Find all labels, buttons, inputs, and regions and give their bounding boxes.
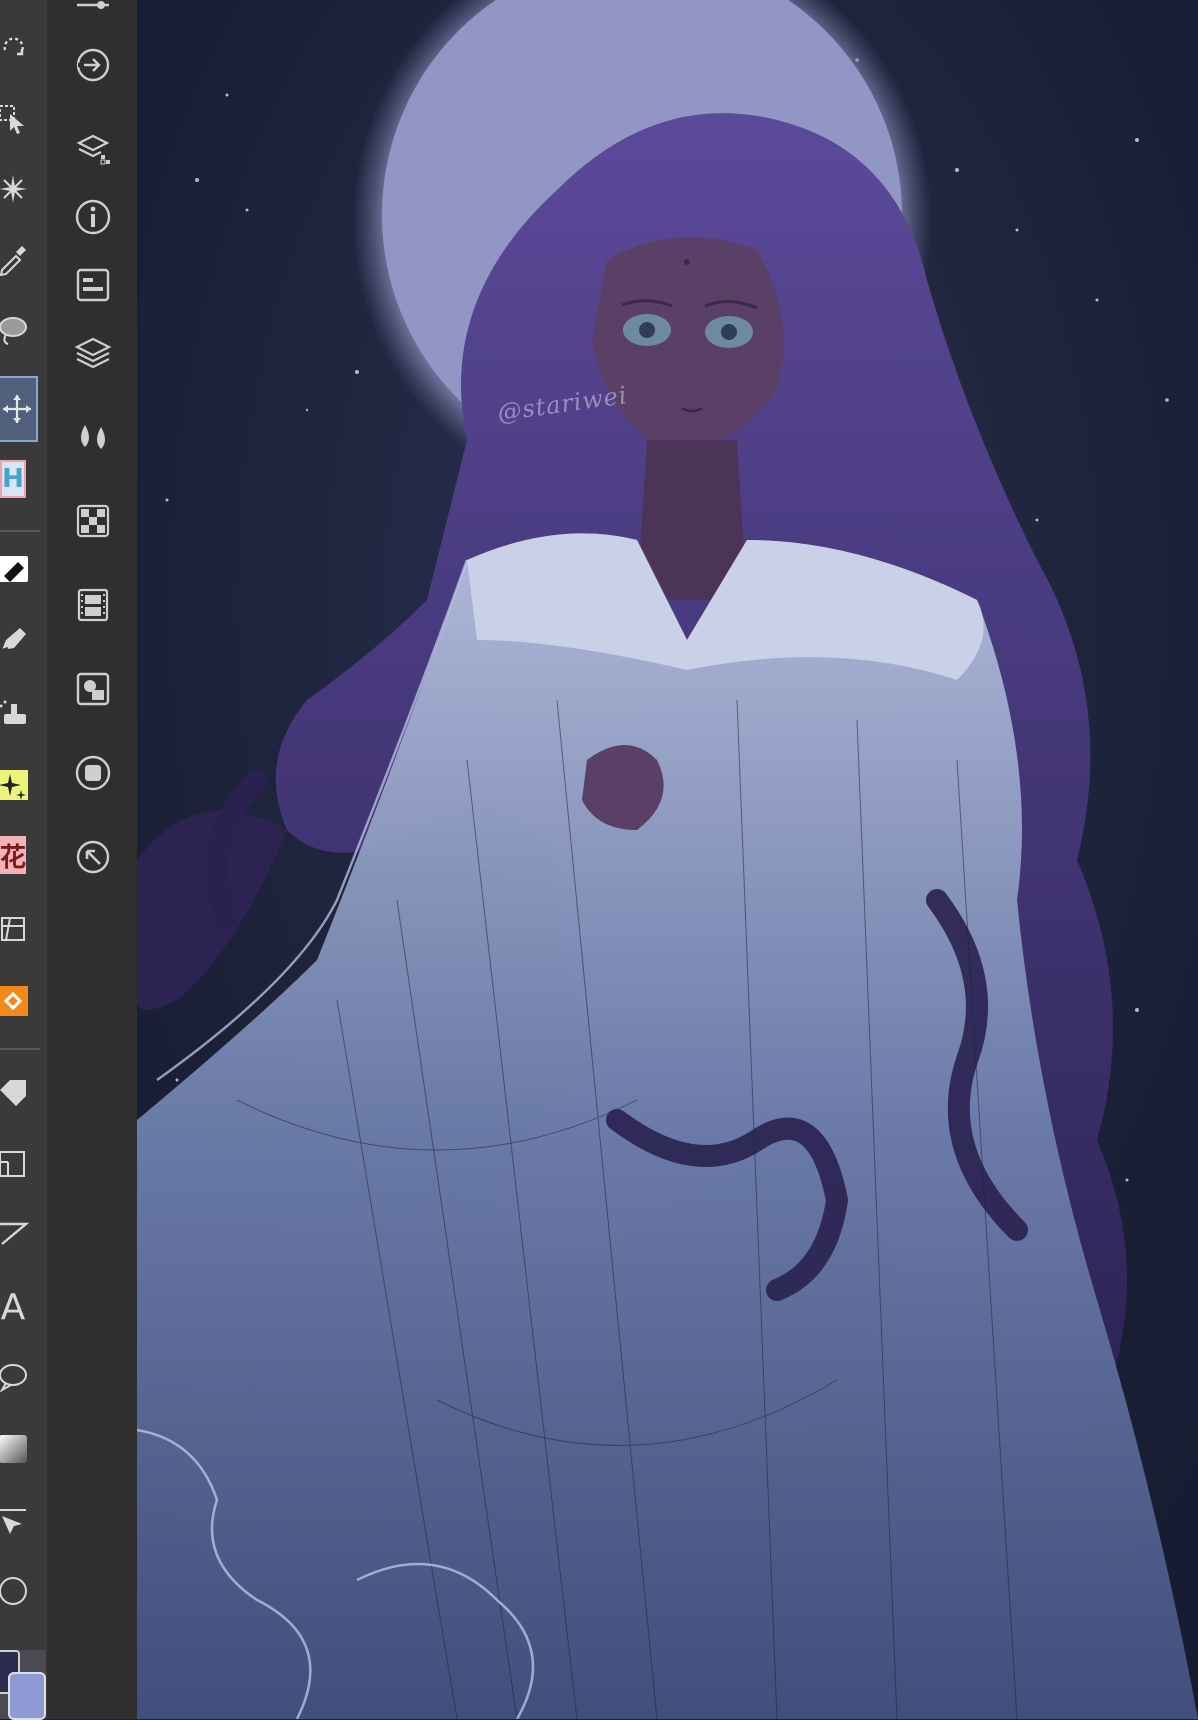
sparkle-effect-icon[interactable] xyxy=(0,168,34,210)
rotate-icon[interactable] xyxy=(0,26,34,68)
background-color-swatch[interactable] xyxy=(8,1672,46,1720)
tool-divider xyxy=(0,530,40,532)
navigator-icon[interactable] xyxy=(72,752,114,794)
eyedropper-icon[interactable] xyxy=(0,238,34,280)
object-select-icon[interactable] xyxy=(0,98,34,140)
layers-icon[interactable] xyxy=(72,332,114,374)
search-layer-icon[interactable] xyxy=(72,836,114,878)
frame-h-icon[interactable]: H xyxy=(0,460,26,498)
flower-decoration-label: 花 xyxy=(0,842,27,873)
flower-decoration-icon[interactable]: 花 xyxy=(0,836,26,874)
color-slot[interactable] xyxy=(0,1650,46,1720)
vector-select-icon[interactable] xyxy=(0,1500,34,1542)
text-tool-icon[interactable]: A xyxy=(0,1286,34,1328)
animation-timeline-icon[interactable] xyxy=(72,584,114,626)
line-tool-icon[interactable] xyxy=(0,1210,34,1252)
lasso-fill-icon[interactable] xyxy=(0,310,34,352)
gradient-icon[interactable] xyxy=(0,1428,34,1470)
material-icon[interactable] xyxy=(72,128,114,170)
tag-icon[interactable] xyxy=(0,1072,34,1114)
move-icon[interactable] xyxy=(0,376,38,442)
balloon-icon[interactable] xyxy=(0,1356,34,1398)
decoration-sparkle-icon[interactable] xyxy=(0,764,34,806)
artwork xyxy=(137,0,1198,1719)
brush-size-icon[interactable] xyxy=(72,416,114,458)
sub-view-icon[interactable] xyxy=(72,668,114,710)
3d-figure-icon[interactable] xyxy=(0,908,34,950)
frame-h-label: H xyxy=(2,464,24,494)
fill-bucket-icon[interactable] xyxy=(0,980,34,1022)
ellipse-icon[interactable] xyxy=(0,1570,34,1612)
layer-property-icon[interactable] xyxy=(72,264,114,306)
tool-strip: H 花 A xyxy=(0,0,47,1720)
info-icon[interactable] xyxy=(72,196,114,238)
pen-icon[interactable] xyxy=(0,618,34,660)
tool-divider xyxy=(0,1048,40,1050)
drawing-canvas[interactable]: @stariwei xyxy=(137,0,1198,1719)
layer-transfer-icon[interactable] xyxy=(72,44,114,86)
palette-bar xyxy=(47,0,137,1719)
color-set-icon[interactable] xyxy=(72,500,114,542)
ruler-icon[interactable] xyxy=(0,1142,34,1184)
airbrush-icon[interactable] xyxy=(0,692,34,734)
text-tool-label: A xyxy=(0,1286,26,1328)
eraser-icon[interactable] xyxy=(0,548,34,590)
palette-top-partial-icon xyxy=(72,0,114,24)
